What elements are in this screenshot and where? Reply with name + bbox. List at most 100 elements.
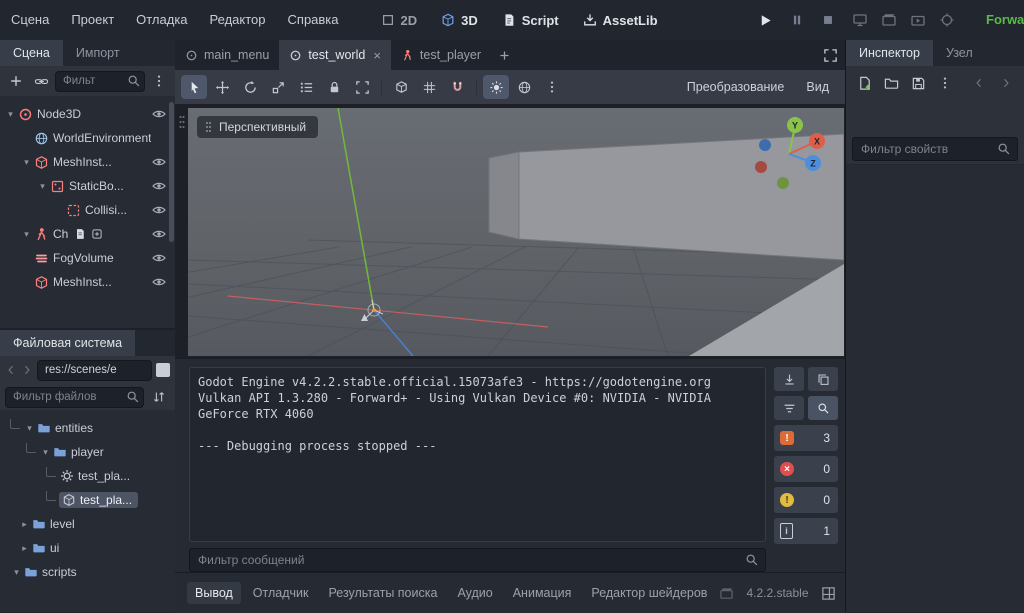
preview-environment-button[interactable]: [511, 75, 537, 99]
mode-3d-button[interactable]: 3D: [434, 7, 485, 33]
gizmo-neg-y-dot[interactable]: [777, 177, 789, 189]
view-menu[interactable]: Вид: [796, 80, 839, 94]
output-console[interactable]: Godot Engine v4.2.2.stable.official.1507…: [189, 367, 766, 542]
group-button[interactable]: [349, 75, 375, 99]
scene-node-row[interactable]: Ch: [0, 222, 175, 246]
bottom-tab-shader-editor[interactable]: Редактор шейдеров: [583, 582, 715, 604]
collapse-chevron-icon[interactable]: [39, 447, 52, 458]
scene-node-row[interactable]: Collisi...: [0, 198, 175, 222]
expand-bottom-panel-icon[interactable]: [821, 586, 836, 601]
file-row[interactable]: test_pla...: [0, 488, 175, 512]
new-scene-tab-button[interactable]: [491, 40, 517, 70]
resource-menu-button[interactable]: [935, 72, 955, 94]
menu-project[interactable]: Проект: [60, 0, 125, 40]
toggle-split-button[interactable]: [156, 363, 170, 377]
pause-button[interactable]: [790, 13, 804, 27]
collapse-chevron-icon[interactable]: [4, 109, 17, 120]
bottom-tab-animation[interactable]: Анимация: [505, 582, 580, 604]
menu-editor[interactable]: Редактор: [199, 0, 277, 40]
snap-grid-button[interactable]: [416, 75, 442, 99]
visibility-eye-icon[interactable]: [152, 277, 166, 287]
mode-script-button[interactable]: Script: [495, 7, 566, 33]
menu-help[interactable]: Справка: [277, 0, 350, 40]
scene-node-row[interactable]: StaticBo...: [0, 174, 175, 198]
inspector-properties-area[interactable]: [846, 164, 1024, 612]
gizmo-neg-z-dot[interactable]: [759, 139, 771, 151]
mode-2d-button[interactable]: 2D: [374, 7, 425, 33]
bottom-tab-debugger[interactable]: Отладчик: [245, 582, 317, 604]
scene-dock-menu-button[interactable]: [148, 70, 170, 92]
viewport-render[interactable]: Y X Z: [188, 108, 844, 356]
collapse-chevron-icon[interactable]: [20, 157, 33, 168]
scale-tool-button[interactable]: [265, 75, 291, 99]
file-sort-button[interactable]: [148, 386, 170, 408]
new-resource-button[interactable]: [854, 72, 874, 94]
bottom-tab-output[interactable]: Вывод: [187, 582, 241, 604]
selection-list-button[interactable]: [293, 75, 319, 99]
load-resource-button[interactable]: [881, 72, 901, 94]
select-tool-button[interactable]: [181, 75, 207, 99]
collapse-chevron-icon[interactable]: [18, 543, 31, 554]
preview-sun-button[interactable]: [483, 75, 509, 99]
local-space-button[interactable]: [388, 75, 414, 99]
tab-inspector[interactable]: Инспектор: [846, 40, 933, 66]
file-row[interactable]: scripts: [0, 560, 175, 584]
visibility-eye-icon[interactable]: [152, 253, 166, 263]
gizmo-neg-x-dot[interactable]: [755, 161, 767, 173]
warnings-badge[interactable]: 0: [774, 487, 838, 513]
collapse-chevron-icon[interactable]: [20, 229, 33, 240]
scene-tree-scrollbar[interactable]: [169, 102, 174, 242]
play-scene-icon[interactable]: [881, 12, 897, 28]
history-forward-icon[interactable]: [21, 364, 33, 376]
file-filter-input[interactable]: [5, 386, 144, 408]
stop-button[interactable]: [821, 13, 835, 27]
tab-filesystem[interactable]: Файловая система: [0, 330, 136, 356]
tab-node[interactable]: Узел: [933, 40, 986, 66]
viewport-3d[interactable]: Y X Z Перспективный: [175, 104, 845, 358]
play-custom-scene-icon[interactable]: [910, 12, 926, 28]
file-row[interactable]: level: [0, 512, 175, 536]
errors-badge[interactable]: 0: [774, 456, 838, 482]
scene-node-row[interactable]: MeshInst...: [0, 270, 175, 294]
visibility-eye-icon[interactable]: [152, 181, 166, 191]
collapse-chevron-icon[interactable]: [18, 519, 31, 530]
file-row[interactable]: test_pla...: [0, 464, 175, 488]
file-row[interactable]: entities: [0, 416, 175, 440]
play-button[interactable]: [758, 13, 773, 28]
snap-button[interactable]: [444, 75, 470, 99]
visibility-eye-icon[interactable]: [152, 109, 166, 119]
history-forward-button[interactable]: [996, 72, 1016, 94]
history-back-icon[interactable]: [5, 364, 17, 376]
collapse-chevron-icon[interactable]: [10, 567, 23, 578]
movie-maker-icon[interactable]: [939, 12, 955, 28]
collapse-chevron-icon[interactable]: [36, 181, 49, 192]
view-perspective-menu[interactable]: Перспективный: [197, 116, 319, 138]
errors-warnings-badge[interactable]: 3: [774, 425, 838, 451]
history-back-button[interactable]: [969, 72, 989, 94]
message-filter-input[interactable]: [189, 548, 766, 572]
current-path-input[interactable]: [37, 359, 152, 381]
scene-node-row[interactable]: WorldEnvironment: [0, 126, 175, 150]
bottom-tab-audio[interactable]: Аудио: [449, 582, 500, 604]
add-node-button[interactable]: [5, 70, 27, 92]
renderer-selector[interactable]: Forward+: [986, 0, 1024, 40]
bottom-tab-search-results[interactable]: Результаты поиска: [320, 582, 445, 604]
unique-name-icon[interactable]: [91, 228, 103, 240]
messages-badge[interactable]: 1: [774, 518, 838, 544]
scene-node-row[interactable]: FogVolume: [0, 246, 175, 270]
transform-menu[interactable]: Преобразование: [677, 80, 795, 94]
scene-tab-test-player[interactable]: test_player: [391, 40, 491, 70]
scene-node-row[interactable]: Node3D: [0, 102, 175, 126]
dock-grip-icon[interactable]: [178, 114, 186, 130]
scene-tab-test-world[interactable]: test_world: [279, 40, 391, 70]
tab-import[interactable]: Импорт: [63, 40, 133, 66]
rotate-tool-button[interactable]: [237, 75, 263, 99]
close-tab-icon[interactable]: [373, 48, 381, 63]
visibility-eye-icon[interactable]: [152, 157, 166, 167]
distraction-free-button[interactable]: [815, 40, 845, 70]
visibility-eye-icon[interactable]: [152, 229, 166, 239]
remote-debug-icon[interactable]: [852, 12, 868, 28]
scene-node-row[interactable]: MeshInst...: [0, 150, 175, 174]
file-row[interactable]: player: [0, 440, 175, 464]
scene-tab-main-menu[interactable]: main_menu: [175, 40, 279, 70]
